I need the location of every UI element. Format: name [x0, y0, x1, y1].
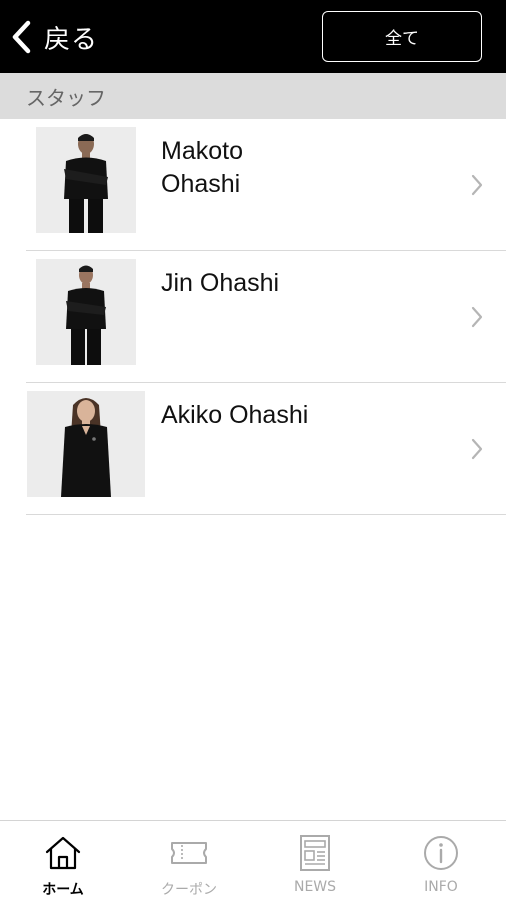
- chevron-right-icon: [471, 438, 483, 459]
- top-nav-bar: 戻る 全て: [0, 0, 506, 73]
- staff-name-line2: Ohashi: [161, 170, 241, 198]
- info-icon: [424, 836, 458, 870]
- tab-coupon[interactable]: クーポン: [126, 821, 252, 900]
- ticket-icon: [171, 842, 207, 864]
- tab-coupon-label: クーポン: [161, 882, 217, 898]
- staff-name-line1: Makoto: [161, 137, 243, 165]
- staff-name-line1: Akiko Ohashi: [161, 401, 309, 429]
- back-button[interactable]: 戻る: [10, 16, 98, 58]
- app-screen: 戻る 全て スタッフ Makoto Ohashi Jin Ohashi Akik…: [0, 0, 506, 900]
- staff-name: Makoto Ohashi: [161, 135, 411, 201]
- staff-name: Jin Ohashi: [161, 267, 411, 300]
- chevron-right-icon: [471, 174, 483, 195]
- section-header: スタッフ: [0, 73, 506, 119]
- tab-home[interactable]: ホーム: [0, 821, 126, 900]
- staff-photo: [36, 127, 136, 233]
- chevron-right-icon: [471, 306, 483, 327]
- tab-news-label: NEWS: [293, 879, 337, 895]
- all-button[interactable]: 全て: [322, 11, 482, 62]
- home-icon: [45, 836, 81, 870]
- tab-home-label: ホーム: [42, 882, 84, 898]
- staff-name-line1: Jin Ohashi: [161, 269, 280, 297]
- tab-news[interactable]: NEWS: [252, 821, 378, 900]
- man-photo-icon: [36, 127, 136, 233]
- tab-info[interactable]: INFO: [378, 821, 504, 900]
- staff-photo: [36, 259, 136, 365]
- staff-list-item[interactable]: Makoto Ohashi: [26, 119, 506, 251]
- tab-info-label: INFO: [424, 879, 458, 895]
- chevron-left-icon: [12, 20, 31, 54]
- man-photo-icon: [36, 259, 136, 365]
- section-title: スタッフ: [26, 85, 106, 110]
- woman-photo-icon: [27, 391, 145, 497]
- bottom-tab-bar: ホーム クーポン NEWS INFO: [0, 820, 506, 900]
- newspaper-icon: [300, 835, 330, 871]
- staff-list-item[interactable]: Akiko Ohashi: [26, 383, 506, 515]
- staff-list-item[interactable]: Jin Ohashi: [26, 251, 506, 383]
- back-label: 戻る: [44, 24, 99, 55]
- staff-name: Akiko Ohashi: [161, 399, 411, 432]
- staff-photo: [27, 391, 145, 497]
